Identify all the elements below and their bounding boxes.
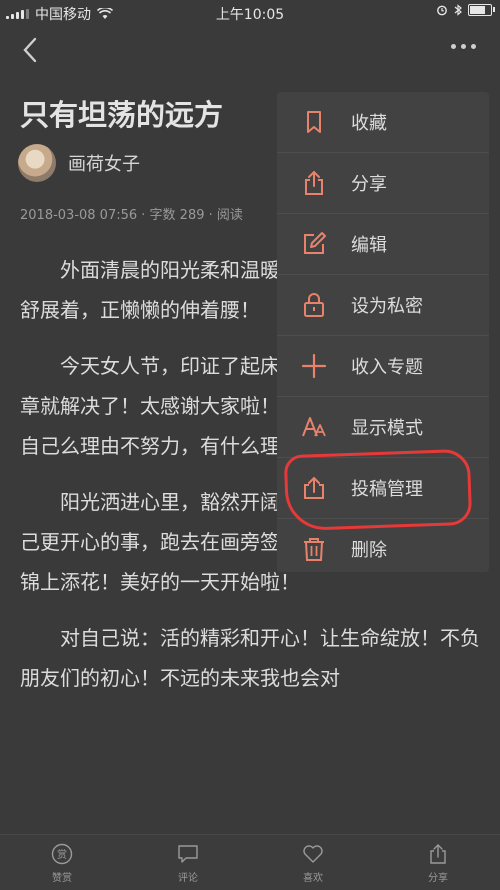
- bookmark-icon: [299, 107, 329, 137]
- more-dot-icon: [451, 44, 456, 49]
- bottom-tab-bar: 赏 赞赏 评论 喜欢 分享: [0, 834, 500, 890]
- tab-reward[interactable]: 赏 赞赏: [22, 843, 102, 884]
- tab-label: 赞赏: [52, 873, 72, 884]
- edit-icon: [299, 229, 329, 259]
- menu-item-delete[interactable]: 删除: [277, 519, 489, 579]
- menu-item-label: 分享: [351, 174, 387, 195]
- menu-item-edit[interactable]: 编辑: [277, 214, 489, 275]
- menu-item-label: 设为私密: [351, 296, 423, 317]
- share-icon: [299, 168, 329, 198]
- tab-label: 评论: [178, 873, 198, 884]
- reward-icon: 赏: [51, 843, 73, 865]
- plus-icon: [299, 351, 329, 381]
- menu-item-label: 显示模式: [351, 418, 423, 439]
- menu-item-label: 收入专题: [351, 357, 423, 378]
- reward-glyph: 赏: [57, 849, 67, 861]
- tab-label: 分享: [428, 873, 448, 884]
- author-avatar[interactable]: [18, 144, 56, 182]
- status-right: [436, 4, 495, 16]
- menu-item-bookmark[interactable]: 收藏: [277, 92, 489, 153]
- status-bar: 中国移动 上午10:05: [0, 0, 500, 26]
- more-dot-icon: [471, 44, 476, 49]
- lock-icon: [299, 290, 329, 320]
- heart-icon: [303, 845, 323, 863]
- menu-item-label: 编辑: [351, 235, 387, 256]
- comment-icon: [178, 845, 198, 863]
- back-arrow-icon[interactable]: [18, 36, 42, 64]
- menu-item-share[interactable]: 分享: [277, 153, 489, 214]
- tab-label: 喜欢: [303, 873, 323, 884]
- battery-level: [470, 6, 486, 14]
- tab-comment[interactable]: 评论: [148, 843, 228, 884]
- menu-item-label: 删除: [351, 540, 387, 561]
- article-title: 只有坦荡的远方: [20, 98, 224, 132]
- hand-drawn-highlight-circle: [283, 448, 473, 532]
- bluetooth-icon: [454, 4, 462, 16]
- menu-item-set-private[interactable]: 设为私密: [277, 275, 489, 336]
- tab-share[interactable]: 分享: [398, 843, 478, 884]
- article-paragraph: 对自己说：活的精彩和开心！让生命绽放！不负朋友们的初心！不远的未来我也会对: [20, 626, 480, 690]
- menu-item-label: 收藏: [351, 113, 387, 134]
- more-dot-icon: [461, 44, 466, 49]
- alarm-icon: [437, 5, 447, 16]
- share-icon: [430, 844, 446, 864]
- menu-item-add-to-collection[interactable]: 收入专题: [277, 336, 489, 397]
- clock: 上午10:05: [215, 7, 285, 23]
- font-size-icon: [299, 412, 329, 442]
- battery-icon: [468, 4, 495, 16]
- author-row[interactable]: 画荷女子: [18, 144, 140, 182]
- author-name[interactable]: 画荷女子: [68, 150, 140, 176]
- article-meta: 2018-03-08 07:56 · 字数 289 · 阅读: [20, 208, 243, 223]
- menu-item-display-mode[interactable]: 显示模式: [277, 397, 489, 458]
- trash-icon: [299, 534, 329, 564]
- tab-like[interactable]: 喜欢: [273, 843, 353, 884]
- more-options-button[interactable]: [451, 44, 476, 49]
